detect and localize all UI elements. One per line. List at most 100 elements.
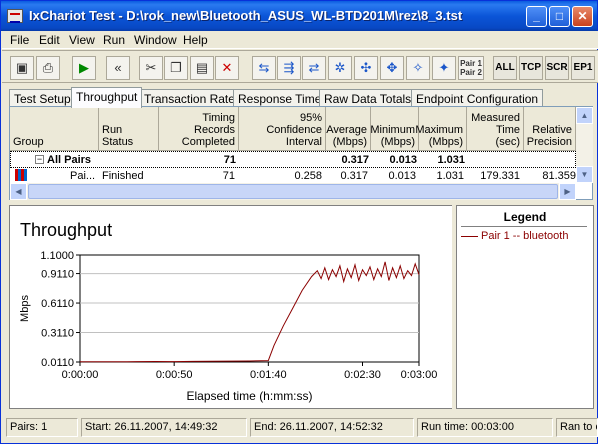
cell-minimum: 0.013 xyxy=(388,170,416,182)
cell-minimum: 0.013 xyxy=(389,154,417,166)
pair-filter-button[interactable]: Pair 1 Pair 2 xyxy=(458,56,484,80)
menu-run[interactable]: Run xyxy=(103,33,125,47)
cell-time: 179.331 xyxy=(480,170,520,182)
cell-group: All Pairs xyxy=(47,154,92,166)
legend-divider xyxy=(461,226,587,227)
cell-records: 71 xyxy=(222,170,235,182)
minimize-button[interactable]: _ xyxy=(526,6,547,27)
tab-test-setup[interactable]: Test Setup xyxy=(9,89,76,107)
print-icon[interactable]: ⎙ xyxy=(36,56,60,80)
col-timing-records[interactable]: Timing Records Completed xyxy=(159,107,239,151)
paste-icon[interactable]: ▤ xyxy=(190,56,214,80)
copy-icon[interactable]: ❐ xyxy=(164,56,188,80)
table-row-all-pairs[interactable]: − All Pairs 71 0.317 0.013 1.031 xyxy=(10,151,576,168)
col-relative-precision[interactable]: Relative Precision xyxy=(524,107,576,151)
toolbar: ▣ ⎙ ▶ « ✂ ❐ ▤ ✕ ⇆ ⇶ ⇄ ✲ ✣ ✥ ✧ ✦ Pair 1 P… xyxy=(2,50,598,83)
cell-maximum: 1.031 xyxy=(437,154,465,166)
col-group[interactable]: Group xyxy=(10,107,99,151)
legend-panel: Legend Pair 1 -- bluetooth xyxy=(456,205,594,409)
vertical-scrollbar[interactable]: ▲ ▼ xyxy=(576,107,593,183)
cell-records: 71 xyxy=(223,154,236,166)
app-icon[interactable] xyxy=(7,9,23,23)
pair-group-3-icon[interactable]: ✥ xyxy=(380,56,404,80)
pair-group-icon[interactable]: ✲ xyxy=(328,56,352,80)
x-tick-label: 0:03:00 xyxy=(401,369,438,381)
add-pair-icon[interactable]: ⇆ xyxy=(252,56,276,80)
status-start: Start: 26.11.2007, 14:49:32 xyxy=(81,418,247,437)
cell-precision: 81.359 xyxy=(542,170,576,182)
cell-group: Pai... xyxy=(70,170,96,182)
results-grid: Group Run Status Timing Records Complete… xyxy=(9,106,593,200)
menu-edit[interactable]: Edit xyxy=(39,33,60,47)
menu-help[interactable]: Help xyxy=(183,33,208,47)
x-axis-label: Elapsed time (h:mm:ss) xyxy=(186,389,312,403)
cell-average: 0.317 xyxy=(340,170,368,182)
cell-maximum: 1.031 xyxy=(436,170,464,182)
legend-label: Pair 1 -- bluetooth xyxy=(481,230,569,242)
col-confidence-interval[interactable]: 95% Confidence Interval xyxy=(239,107,326,151)
scroll-down-icon[interactable]: ▼ xyxy=(576,166,593,183)
scroll-up-icon[interactable]: ▲ xyxy=(576,107,593,124)
menu-bar: File Edit View Run Window Help xyxy=(2,31,598,49)
scroll-left-icon[interactable]: ◀ xyxy=(10,183,27,200)
filter-all-button[interactable]: ALL xyxy=(493,56,517,80)
y-tick-label: 0.3110 xyxy=(41,328,74,340)
save-icon[interactable]: ▣ xyxy=(10,56,34,80)
cell-status: Finished xyxy=(102,170,144,182)
col-measured-time[interactable]: Measured Time (sec) xyxy=(467,107,524,151)
col-maximum[interactable]: Maximum (Mbps) xyxy=(415,107,467,151)
filter-scr-button[interactable]: SCR xyxy=(545,56,569,80)
add-multicast-icon[interactable]: ⇶ xyxy=(277,56,301,80)
status-bar: Pairs: 1 Start: 26.11.2007, 14:49:32 End… xyxy=(2,415,598,439)
edit-pair-icon[interactable]: ⇄ xyxy=(302,56,326,80)
close-button[interactable]: ✕ xyxy=(572,6,593,27)
filter-tcp-button[interactable]: TCP xyxy=(519,56,543,80)
run-icon[interactable]: ▶ xyxy=(72,56,96,80)
stop-icon[interactable]: « xyxy=(106,56,130,80)
filter-ep1-button[interactable]: EP1 xyxy=(571,56,595,80)
menu-file[interactable]: File xyxy=(10,33,29,47)
y-tick-label: 0.0110 xyxy=(41,357,74,369)
col-average[interactable]: Average (Mbps) xyxy=(326,107,371,151)
pair-group-2-icon[interactable]: ✣ xyxy=(354,56,378,80)
tab-raw-data-totals[interactable]: Raw Data Totals xyxy=(319,89,417,107)
x-tick-label: 0:00:50 xyxy=(156,369,193,381)
tab-endpoint-configuration[interactable]: Endpoint Configuration xyxy=(411,89,544,107)
scroll-right-icon[interactable]: ▶ xyxy=(559,183,576,200)
maximize-button[interactable]: □ xyxy=(549,6,570,27)
col-minimum[interactable]: Minimum (Mbps) xyxy=(370,107,419,151)
delete-icon[interactable]: ✕ xyxy=(215,56,239,80)
legend-title: Legend xyxy=(503,210,547,224)
horizontal-scrollbar[interactable]: ◀ ▶ xyxy=(10,183,576,200)
y-tick-label: 0.6110 xyxy=(41,298,74,310)
x-tick-label: 0:02:30 xyxy=(344,369,381,381)
cell-average: 0.317 xyxy=(341,154,369,166)
scroll-thumb[interactable] xyxy=(28,184,558,199)
legend-swatch xyxy=(461,235,478,237)
app-window: IxChariot Test - D:\rok_new\Bluetooth_AS… xyxy=(0,0,598,444)
y-axis-label: Mbps xyxy=(19,295,31,322)
status-pairs: Pairs: 1 xyxy=(6,418,78,437)
status-ran: Ran to completion xyxy=(556,418,598,437)
cell-ci: 0.258 xyxy=(294,170,322,182)
status-runtime: Run time: 00:03:00 xyxy=(417,418,553,437)
tab-throughput[interactable]: Throughput xyxy=(71,87,143,108)
tab-strip: Test Setup Throughput Transaction Rate R… xyxy=(2,87,598,108)
window-title: IxChariot Test - D:\rok_new\Bluetooth_AS… xyxy=(29,8,463,23)
pair-chart-icon xyxy=(15,169,27,181)
y-tick-label: 1.1000 xyxy=(40,250,74,262)
tab-response-time[interactable]: Response Time xyxy=(233,89,327,107)
legend-item[interactable]: Pair 1 -- bluetooth xyxy=(461,230,568,242)
collapse-icon[interactable]: − xyxy=(35,155,44,164)
status-end: End: 26.11.2007, 14:52:32 xyxy=(250,418,414,437)
y-tick-label: 0.9110 xyxy=(41,269,74,281)
tab-transaction-rate[interactable]: Transaction Rate xyxy=(139,89,240,107)
pair-group-4-icon[interactable]: ✧ xyxy=(406,56,430,80)
pair-group-5-icon[interactable]: ✦ xyxy=(432,56,456,80)
menu-view[interactable]: View xyxy=(69,33,95,47)
grid-header: Group Run Status Timing Records Complete… xyxy=(10,107,576,151)
cut-icon[interactable]: ✂ xyxy=(139,56,163,80)
menu-window[interactable]: Window xyxy=(134,33,177,47)
x-tick-label: 0:01:40 xyxy=(250,369,287,381)
col-run-status[interactable]: Run Status xyxy=(99,107,159,151)
